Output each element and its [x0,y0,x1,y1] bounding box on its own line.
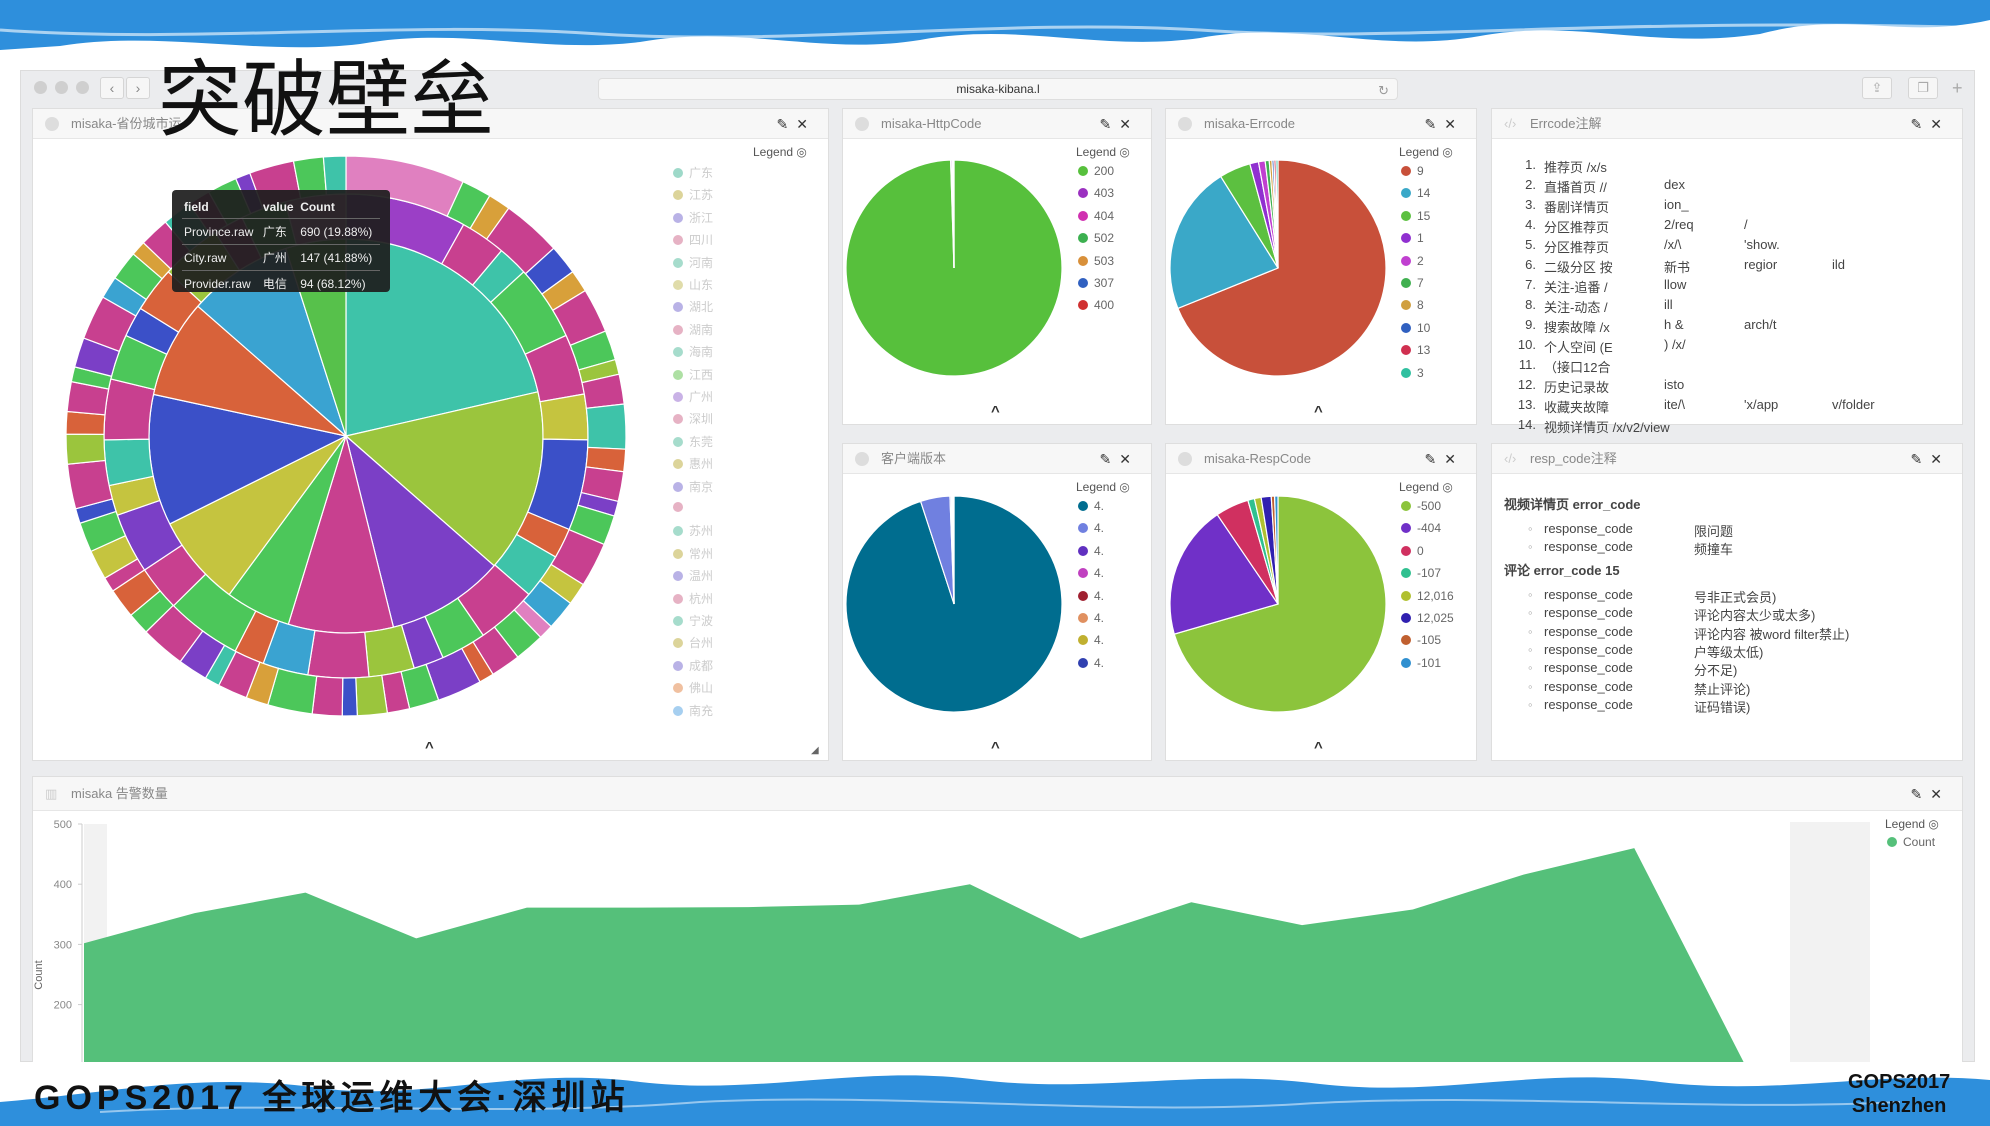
y-tick-label: 300 [54,939,72,951]
y-tick-label: 200 [54,1000,72,1012]
footer-title: GOPS2017 全球运维大会·深圳站 [34,1079,630,1117]
y-tick-label: 400 [54,879,72,891]
y-tick-label: 500 [54,819,72,831]
area-chart: 500 400 300 200 Count [33,819,1870,1062]
area-series-count[interactable] [84,848,1745,1062]
chart-band [1790,822,1870,1062]
footer-logo: GOPS2017 Shenzhen [1848,1071,1951,1117]
y-axis-label: Count [33,960,45,989]
